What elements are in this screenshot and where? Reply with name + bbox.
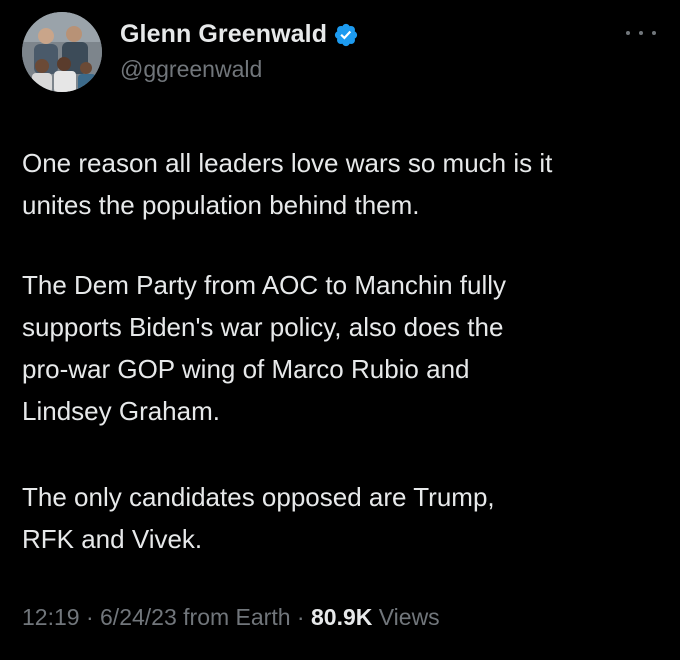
views-count[interactable]: 80.9K — [311, 604, 372, 630]
more-dot — [626, 31, 630, 35]
views-label: Views — [378, 604, 440, 630]
tweet-line: Lindsey Graham. — [22, 396, 220, 426]
tweet-meta: 12:19 · 6/24/23 from Earth · 80.9K Views — [22, 604, 440, 631]
tweet-line: unites the population behind them. — [22, 190, 420, 220]
tweet-paragraph: The only candidates opposed are Trump, R… — [22, 476, 495, 560]
author-name-row[interactable]: Glenn Greenwald — [120, 20, 359, 49]
tweet-line: supports Biden's war policy, also does t… — [22, 312, 504, 342]
tweet-line: RFK and Vivek. — [22, 524, 203, 554]
tweet-source: from Earth — [183, 604, 291, 630]
meta-separator: · — [79, 604, 101, 630]
tweet-paragraph: One reason all leaders love wars so much… — [22, 142, 552, 226]
tweet-line: pro-war GOP wing of Marco Rubio and — [22, 354, 470, 384]
tweet-line: The Dem Party from AOC to Manchin fully — [22, 270, 507, 300]
tweet-date[interactable]: 6/24/23 — [100, 604, 177, 630]
tweet-line: One reason all leaders love wars so much… — [22, 148, 553, 178]
tweet-card: Glenn Greenwald @ggreenwald One reason a… — [0, 0, 680, 660]
tweet-line: The only candidates opposed are Trump, — [22, 482, 495, 512]
more-options-icon[interactable] — [626, 28, 656, 38]
tweet-time[interactable]: 12:19 — [22, 604, 80, 630]
avatar[interactable] — [22, 12, 102, 92]
avatar-photo — [22, 12, 102, 92]
author-handle[interactable]: @ggreenwald — [120, 56, 262, 83]
meta-separator: · — [290, 604, 311, 630]
verified-badge-icon — [333, 22, 359, 48]
tweet-paragraph: The Dem Party from AOC to Manchin fully … — [22, 264, 506, 432]
more-dot — [639, 31, 643, 35]
author-display-name[interactable]: Glenn Greenwald — [120, 20, 327, 49]
more-dot — [652, 31, 656, 35]
